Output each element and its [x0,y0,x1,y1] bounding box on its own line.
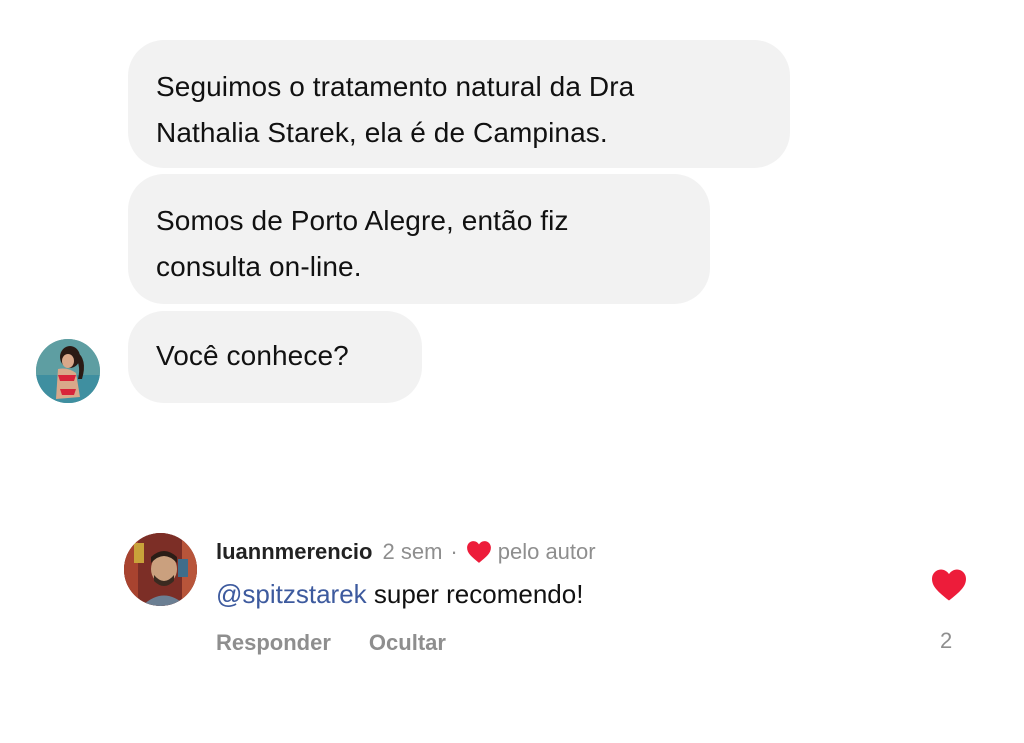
comment-username[interactable]: luannmerencio [216,537,372,567]
avatar-photo [124,533,197,606]
message-bubble: Somos de Porto Alegre, então fiz consult… [128,174,710,304]
comment-actions: Responder Ocultar [216,628,446,658]
avatar-photo [36,339,100,403]
message-text: Você conhece? [156,340,349,371]
message-text: Somos de Porto Alegre, então fiz [156,205,569,236]
message-text: consulta on-line. [156,251,362,282]
sender-avatar[interactable] [36,339,100,403]
comment-message: super recomendo! [366,579,584,609]
mention-link[interactable]: @spitzstarek [216,579,367,609]
message-bubble: Você conhece? [128,311,422,403]
separator-dot: · [450,539,458,564]
comment-header: luannmerencio 2 sem · pelo autor [216,537,596,567]
liked-by-author-label: pelo autor [497,539,596,564]
hide-button[interactable]: Ocultar [369,628,446,658]
comment-text: @spitzstarek super recomendo! [216,576,583,612]
commenter-avatar[interactable] [124,533,197,606]
comment-thread: Seguimos o tratamento natural da Dra Nat… [0,0,1024,743]
like-heart-icon[interactable] [930,568,968,602]
message-text: Nathalia Starek, ela é de Campinas. [156,117,608,148]
like-count[interactable]: 2 [940,626,952,656]
heart-icon [466,540,492,564]
message-text: Seguimos o tratamento natural da Dra [156,71,635,102]
comment-time: 2 sem [382,539,443,564]
message-bubble: Seguimos o tratamento natural da Dra Nat… [128,40,790,168]
reply-button[interactable]: Responder [216,628,331,658]
